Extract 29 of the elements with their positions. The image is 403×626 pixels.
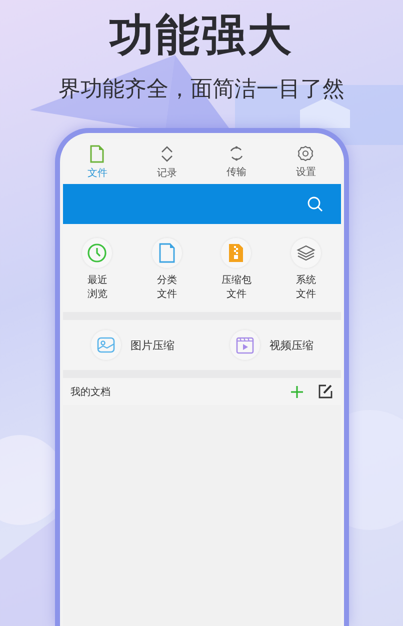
tab[interactable]: 设置 [280, 145, 331, 180]
tool-label[interactable]: 图片压缩 [130, 338, 174, 352]
clock-icon [87, 243, 108, 263]
subtitle: 界功能齐全，面简洁一目了然 [58, 76, 344, 104]
tab[interactable]: 传输 [211, 145, 262, 180]
category-label[interactable]: 压缩包 文件 [221, 274, 252, 302]
layers-icon [296, 244, 316, 262]
document-icon [158, 243, 175, 263]
video-icon [236, 336, 254, 354]
image-icon [96, 337, 114, 353]
chevrons-icon [160, 145, 174, 163]
settings-icon [297, 145, 314, 162]
sync-icon [228, 145, 245, 162]
search-icon[interactable] [306, 196, 322, 212]
document-icon [89, 145, 106, 163]
tab[interactable]: 记录 [142, 145, 192, 180]
add-icon[interactable] [290, 384, 304, 398]
tool-label[interactable]: 视频压缩 [270, 338, 314, 352]
icon-circle[interactable] [290, 238, 321, 268]
zip-file-icon [228, 243, 244, 263]
icon-circle[interactable] [152, 238, 182, 268]
icon-circle[interactable] [82, 238, 112, 268]
headline: 功能强大 [110, 10, 294, 62]
category-label[interactable]: 最近 浏览 [87, 274, 108, 302]
section-title: 我的文档 [70, 386, 112, 398]
category-label[interactable]: 系统 文件 [296, 274, 316, 302]
edit-icon[interactable] [318, 384, 332, 399]
icon-circle[interactable] [230, 330, 260, 360]
category-label[interactable]: 分类 文件 [156, 274, 177, 302]
